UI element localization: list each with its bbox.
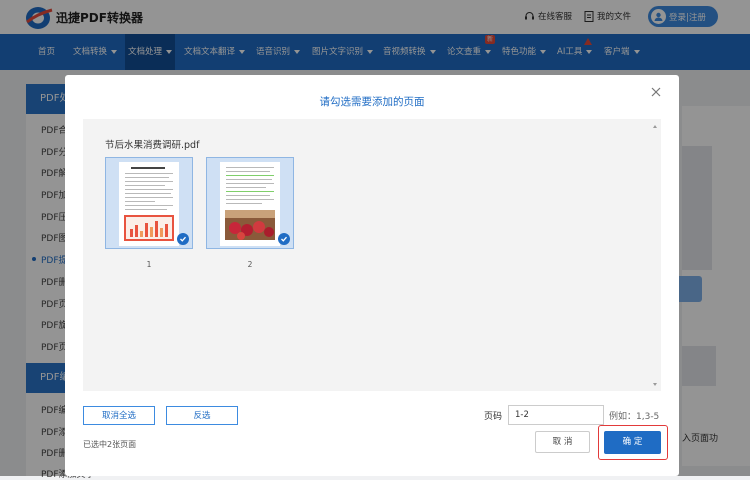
preview-line bbox=[226, 195, 270, 197]
page-preview bbox=[119, 162, 179, 246]
preview-chart-image bbox=[124, 215, 174, 241]
preview-line bbox=[125, 185, 165, 187]
page-preview bbox=[220, 162, 280, 246]
preview-line bbox=[226, 167, 274, 169]
deselect-all-button[interactable]: 取消全选 bbox=[83, 406, 155, 425]
page-number: 1 bbox=[146, 260, 152, 269]
preview-line bbox=[125, 173, 173, 175]
preview-line bbox=[125, 193, 171, 195]
scroll-up-icon[interactable] bbox=[653, 125, 657, 128]
invert-selection-button[interactable]: 反选 bbox=[166, 406, 238, 425]
preview-line bbox=[125, 209, 167, 211]
cancel-button[interactable]: 取 消 bbox=[535, 431, 590, 453]
preview-line bbox=[125, 189, 173, 191]
preview-highlight-line bbox=[226, 191, 274, 193]
checkmark-icon[interactable] bbox=[278, 233, 290, 245]
preview-line bbox=[125, 197, 173, 199]
preview-fruit-photo bbox=[225, 210, 275, 240]
scroll-down-icon[interactable] bbox=[653, 383, 657, 386]
page-range-label: 页码 bbox=[484, 412, 503, 422]
page-thumbnail-2[interactable] bbox=[206, 157, 294, 249]
checkmark-icon[interactable] bbox=[177, 233, 189, 245]
preview-line bbox=[226, 183, 274, 185]
preview-line bbox=[226, 171, 270, 173]
file-name: 节后水果消费调研.pdf bbox=[105, 140, 200, 151]
preview-line bbox=[226, 199, 274, 201]
preview-line bbox=[226, 187, 266, 189]
preview-line bbox=[226, 179, 272, 181]
preview-line bbox=[125, 181, 173, 183]
dialog-title: 请勾选需要添加的页面 bbox=[319, 96, 425, 108]
page-number: 2 bbox=[247, 260, 253, 269]
preview-line bbox=[125, 177, 169, 179]
page-range-example: 例如：1,3-5 bbox=[609, 412, 660, 422]
preview-highlight-line bbox=[226, 175, 274, 177]
scrollbar[interactable] bbox=[652, 123, 658, 389]
selected-count-text: 已选中2张页面 bbox=[83, 440, 137, 449]
preview-line bbox=[226, 203, 262, 205]
page-range-input[interactable] bbox=[508, 405, 604, 425]
close-icon[interactable] bbox=[649, 85, 663, 99]
preview-line bbox=[125, 201, 155, 203]
page-thumbnail-1[interactable] bbox=[105, 157, 193, 249]
select-pages-dialog: 请勾选需要添加的页面 节后水果消费调研.pdf 1 2 取消全选 反选 已选中2… bbox=[65, 75, 679, 476]
confirm-button[interactable]: 确 定 bbox=[604, 431, 661, 454]
preview-heading bbox=[131, 167, 165, 169]
preview-line bbox=[125, 205, 173, 207]
